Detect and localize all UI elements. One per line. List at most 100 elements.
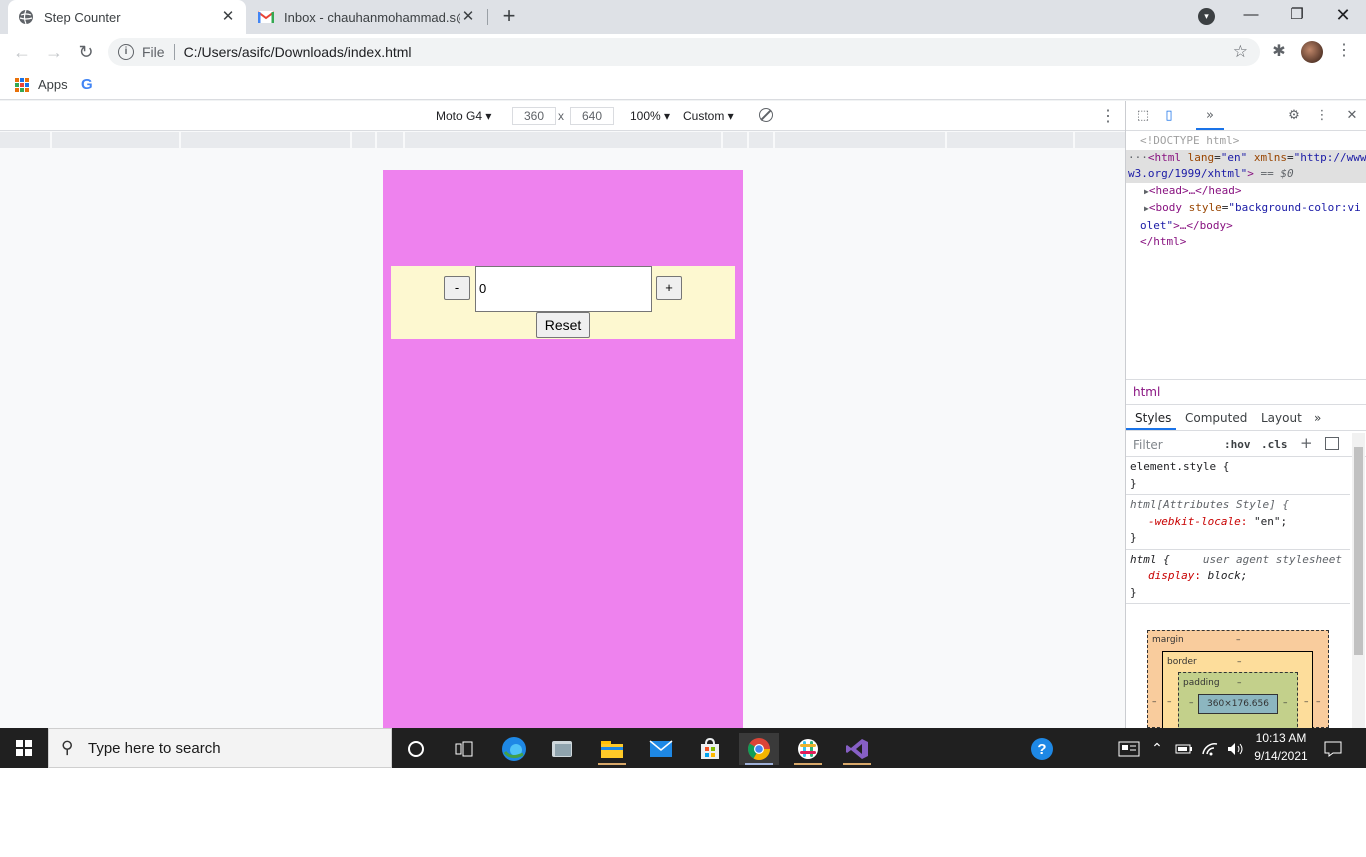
file-explorer-icon[interactable]: [592, 733, 632, 765]
svg-text:?: ?: [1037, 741, 1046, 758]
inspect-element-icon[interactable]: ⬚: [1135, 108, 1151, 124]
visual-studio-icon[interactable]: [837, 733, 877, 765]
device-select[interactable]: Moto G4 ▾: [436, 109, 491, 123]
counter-panel: - 0 + Reset: [391, 266, 735, 339]
active-tab-indicator: [1196, 128, 1224, 130]
store-icon[interactable]: [690, 733, 730, 765]
chrome-icon[interactable]: [739, 733, 779, 765]
device-width-input[interactable]: 360: [512, 107, 556, 125]
increment-button[interactable]: +: [656, 276, 682, 300]
bookmark-star-icon[interactable]: ☆: [1233, 42, 1248, 62]
device-height-input[interactable]: 640: [570, 107, 614, 125]
taskbar-search-placeholder: Type here to search: [88, 740, 221, 757]
omnibox-separator: [173, 44, 175, 60]
back-arrow-icon[interactable]: ←: [11, 41, 33, 63]
styles-scrollbar[interactable]: [1352, 433, 1365, 728]
chevron-up-icon[interactable]: ⌃: [1145, 733, 1169, 765]
url-text[interactable]: C:/Users/asifc/Downloads/index.html: [184, 44, 412, 60]
cortana-icon[interactable]: [396, 733, 436, 765]
apps-grid-icon[interactable]: [15, 78, 29, 92]
task-view-icon[interactable]: [444, 733, 484, 765]
dom-html-close[interactable]: </html>: [1126, 234, 1366, 251]
close-icon[interactable]: ✕: [460, 9, 476, 25]
battery-icon[interactable]: [1172, 733, 1196, 765]
news-icon[interactable]: [1109, 733, 1149, 765]
tab-styles[interactable]: Styles: [1135, 411, 1171, 425]
rule-element-style[interactable]: element.style { }: [1126, 457, 1350, 495]
more-panels-icon[interactable]: »: [1314, 411, 1321, 425]
scroll-thumb[interactable]: [1354, 447, 1363, 655]
dom-body-node-cont[interactable]: olet">…</body>: [1126, 218, 1366, 235]
step-count-input[interactable]: 0: [475, 266, 652, 312]
help-icon[interactable]: ?: [1022, 733, 1062, 765]
mail-icon[interactable]: [641, 733, 681, 765]
reset-button[interactable]: Reset: [536, 312, 590, 338]
photos-icon[interactable]: [543, 733, 583, 765]
devtools-menu-icon[interactable]: ⋮: [1314, 108, 1330, 124]
rule-attributes-style[interactable]: html[Attributes Style] { -webkit-locale:…: [1126, 495, 1350, 550]
dom-html-node[interactable]: ···<html lang="en" xmlns="http://www.: [1126, 149, 1366, 166]
close-icon[interactable]: ✕: [220, 9, 236, 25]
google-bookmark-icon[interactable]: G: [81, 76, 93, 93]
decrement-button[interactable]: -: [444, 276, 470, 300]
dom-head-node[interactable]: ▶<head>…</head>: [1126, 183, 1366, 201]
tab-step-counter[interactable]: Step Counter ✕: [8, 0, 246, 34]
breadcrumb: html: [1126, 379, 1366, 405]
extensions-puzzle-icon[interactable]: ✱: [1270, 41, 1288, 60]
box-model-diagram: margin – – – border – – – padding – – – …: [1147, 630, 1329, 732]
rule-html-ua[interactable]: html { user agent stylesheet display: bl…: [1126, 550, 1350, 604]
dom-body-node[interactable]: ▶<body style="background-color:vi: [1126, 200, 1366, 218]
edge-icon[interactable]: [494, 733, 534, 765]
chrome-menu-icon[interactable]: ⋮: [1336, 40, 1352, 62]
devtools-close-icon[interactable]: ✕: [1344, 108, 1360, 124]
volume-icon[interactable]: [1224, 733, 1248, 765]
new-rule-icon[interactable]: +: [1300, 434, 1313, 452]
class-toggle[interactable]: .cls: [1261, 438, 1288, 451]
more-tabs-icon[interactable]: »: [1202, 108, 1218, 124]
tab-inbox[interactable]: Inbox - chauhanmohammad.s@ ✕: [248, 0, 486, 34]
tab-computed[interactable]: Computed: [1185, 411, 1247, 425]
browser-toolbar: ← → ↻ i File C:/Users/asifc/Downloads/in…: [0, 34, 1366, 70]
address-bar[interactable]: i File C:/Users/asifc/Downloads/index.ht…: [108, 38, 1260, 66]
apps-bookmark[interactable]: Apps: [38, 77, 68, 92]
page-body: - 0 + Reset: [383, 170, 743, 728]
forward-arrow-icon[interactable]: →: [43, 41, 65, 63]
avatar[interactable]: [1301, 41, 1323, 63]
wifi-icon[interactable]: [1198, 733, 1222, 765]
start-button[interactable]: [0, 728, 48, 768]
dom-html-node-cont[interactable]: w3.org/1999/xhtml"> == $0: [1126, 166, 1366, 183]
minimize-icon[interactable]: —: [1228, 0, 1274, 30]
new-tab-icon[interactable]: +: [498, 5, 520, 27]
settings-gear-icon[interactable]: ⚙: [1286, 108, 1302, 124]
taskbar-search[interactable]: ⚲ Type here to search: [48, 728, 392, 768]
tab-strip: Step Counter ✕ Inbox - chauhanmohammad.s…: [0, 0, 1366, 34]
tab-layout[interactable]: Layout: [1261, 411, 1302, 425]
toggle-sidebar-icon[interactable]: [1325, 437, 1339, 450]
more-options-icon[interactable]: ⋮: [1100, 106, 1116, 126]
zoom-select[interactable]: 100% ▾: [630, 109, 670, 123]
url-scheme: File: [142, 44, 165, 60]
slack-icon[interactable]: [788, 733, 828, 765]
device-toggle-icon[interactable]: ▯: [1161, 108, 1177, 124]
notifications-icon[interactable]: [1318, 733, 1348, 765]
restore-icon[interactable]: ❐: [1274, 0, 1320, 30]
media-query-bar[interactable]: [0, 132, 1125, 148]
box-model-content[interactable]: 360×176.656: [1198, 694, 1278, 714]
clock-time[interactable]: 10:13 AM: [1250, 731, 1312, 745]
window-close-icon[interactable]: ✕: [1320, 0, 1366, 30]
reload-icon[interactable]: ↻: [75, 41, 97, 63]
styles-filter-input[interactable]: Filter: [1133, 438, 1163, 452]
clock-date[interactable]: 9/14/2021: [1250, 749, 1312, 763]
throttle-select[interactable]: Custom ▾: [683, 109, 734, 123]
info-icon[interactable]: i: [118, 44, 134, 60]
box-model-padding: padding – – – 360×176.656: [1178, 672, 1298, 732]
hover-state-toggle[interactable]: :hov: [1224, 438, 1251, 451]
emulated-viewport: Moto G4 ▾ 360 x 640 100% ▾ Custom ▾ ⋮ - …: [0, 101, 1125, 728]
windows-taskbar: ⚲ Type here to search ? ⌃ 10:13 AM 9/14/…: [0, 728, 1366, 768]
rotate-disabled-icon[interactable]: [759, 108, 773, 122]
styles-filter-row: Filter :hov .cls +: [1126, 431, 1366, 457]
tab-search-icon[interactable]: ▾: [1198, 8, 1215, 25]
windows-logo-icon: [16, 740, 32, 756]
dom-doctype[interactable]: <!DOCTYPE html>: [1126, 133, 1366, 150]
breadcrumb-html[interactable]: html: [1133, 385, 1160, 399]
